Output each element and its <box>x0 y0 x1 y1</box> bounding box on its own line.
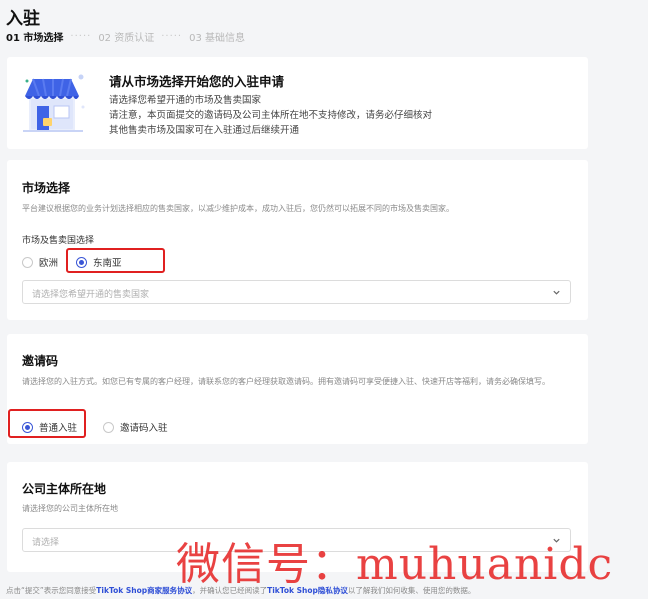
company-select-placeholder: 请选择 <box>32 538 60 548</box>
highlight-annotation <box>66 248 165 273</box>
page-title: 入驻 <box>6 9 40 29</box>
market-field-label: 市场及售卖国选择 <box>22 236 95 246</box>
radio-circle-icon <box>22 256 33 268</box>
market-selection-card: 市场选择 平台建议根据您的业务计划选择相应的售卖国家，以减少维护成本，成功入驻后… <box>7 160 588 320</box>
invite-section-title: 邀请码 <box>22 354 59 368</box>
intro-line: 其他售卖市场及国家可在入驻通过后继续开通 <box>109 125 300 136</box>
radio-circle-icon <box>103 421 114 433</box>
company-section-description: 请选择您的公司主体所在地 <box>22 504 118 513</box>
radio-label: 欧洲 <box>39 258 59 269</box>
step-market-selection: 01 市场选择 <box>6 33 64 44</box>
step-qualification: 02 资质认证 <box>98 33 155 44</box>
step-basic-info: 03 基础信息 <box>189 33 246 44</box>
market-section-description: 平台建议根据您的业务计划选择相应的售卖国家，以减少维护成本，成功入驻后，您仍然可… <box>22 204 454 213</box>
radio-invite-code-entry[interactable]: 邀请码入驻 <box>103 420 168 434</box>
intro-card: 请从市场选择开始您的入驻申请 请选择您希望开通的市场及售卖国家 请注意，本页面提… <box>7 57 588 149</box>
footer-text: 点击“提交”表示您同意接受 <box>6 586 97 595</box>
country-select[interactable]: 请选择您希望开通的售卖国家 <box>22 280 571 304</box>
market-section-title: 市场选择 <box>22 181 71 195</box>
invite-code-card: 邀请码 请选择您的入驻方式。如您已有专属的客户经理，请联系您的客户经理获取邀请码… <box>7 334 588 444</box>
step-indicator: 01 市场选择 ····· 02 资质认证 ····· 03 基础信息 <box>6 29 245 44</box>
intro-title: 请从市场选择开始您的入驻申请 <box>109 74 285 89</box>
invite-section-description: 请选择您的入驻方式。如您已有专属的客户经理，请联系您的客户经理获取邀请码。拥有邀… <box>22 377 550 386</box>
intro-line: 请注意，本页面提交的邀请码及公司主体所在地不支持修改，请务必仔细核对 <box>109 110 433 121</box>
watermark-overlay: 微信号：muhuanidc <box>176 539 614 590</box>
country-select-placeholder: 请选择您希望开通的售卖国家 <box>32 290 150 300</box>
chevron-down-icon <box>553 290 560 295</box>
step-separator: ····· <box>70 31 92 42</box>
step-separator: ····· <box>161 31 183 42</box>
intro-line: 请选择您希望开通的市场及售卖国家 <box>109 95 262 106</box>
highlight-annotation <box>8 409 86 438</box>
radio-europe[interactable]: 欧洲 <box>22 255 58 269</box>
radio-label: 邀请码入驻 <box>120 423 168 434</box>
store-illustration-icon <box>23 74 85 132</box>
company-section-title: 公司主体所在地 <box>22 482 107 496</box>
